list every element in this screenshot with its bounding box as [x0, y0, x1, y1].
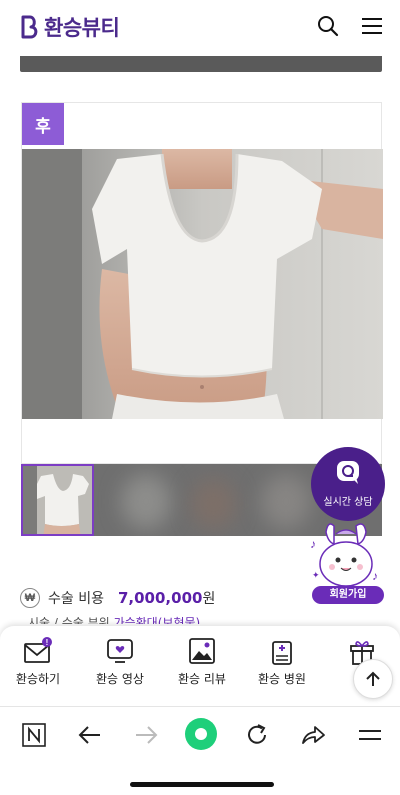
home-indicator: [130, 782, 274, 787]
picture-review-icon: [189, 638, 215, 664]
review-card: 후: [21, 102, 383, 464]
nav-item-hospital[interactable]: 환승 병원: [246, 636, 318, 687]
after-photo[interactable]: [22, 149, 383, 419]
nav-label: 환승 영상: [96, 672, 144, 686]
mail-alert-icon: !: [24, 637, 52, 663]
scroll-top-button[interactable]: [353, 659, 393, 699]
svg-text:!: !: [46, 638, 49, 647]
brand-logo[interactable]: 환승뷰티: [20, 12, 120, 42]
nav-label: 환승 리뷰: [178, 672, 226, 686]
procedure-row-partial: 시술 / 수술 부위 가슴확대(보형물): [28, 614, 258, 624]
menu-lines-icon[interactable]: [356, 721, 384, 749]
surgery-cost-value: 7,000,000: [117, 589, 203, 607]
blurred-thumbnail[interactable]: [191, 479, 236, 529]
brand-logo-icon: [21, 15, 38, 39]
after-badge: 후: [22, 103, 64, 145]
naver-n-icon[interactable]: [20, 721, 48, 749]
app-header: 환승뷰티: [0, 0, 400, 52]
nav-label: 환승 병원: [258, 672, 306, 686]
blurred-thumbnail[interactable]: [261, 474, 311, 529]
nav-item-transfer[interactable]: ! 환승하기: [2, 636, 74, 687]
back-arrow-icon[interactable]: [76, 721, 104, 749]
chat-bubble-icon: [337, 461, 359, 484]
procedure-label: 시술 / 수술 부위: [28, 616, 110, 624]
forward-arrow-icon[interactable]: [132, 721, 160, 749]
share-icon[interactable]: [299, 721, 327, 749]
svg-text:♪: ♪: [310, 537, 316, 551]
surgery-cost-unit: 원: [202, 591, 216, 607]
svg-text:♪: ♪: [372, 569, 378, 583]
nav-item-video[interactable]: 환승 영상: [84, 636, 156, 687]
nav-item-review[interactable]: 환승 리뷰: [166, 636, 238, 687]
surgery-cost-row: ₩ 수술 비용 7,000,000 원: [20, 588, 215, 608]
home-circle-icon[interactable]: [184, 717, 218, 751]
refresh-icon[interactable]: [243, 721, 271, 749]
thumbnail-photo: [23, 466, 92, 534]
won-currency-icon: ₩: [20, 588, 40, 608]
video-heart-icon: [107, 639, 133, 663]
bunny-mascot-icon[interactable]: ♪ ♪ ✦: [306, 522, 388, 594]
live-chat-button[interactable]: 실시간 상담: [311, 447, 385, 521]
blurred-thumbnail[interactable]: [121, 474, 171, 529]
previous-image-edge: [20, 56, 382, 72]
hospital-icon: [272, 641, 292, 665]
thumbnail-active[interactable]: [21, 464, 94, 536]
procedure-value: 가슴확대(보형물): [113, 616, 201, 624]
after-photo-illustration: [22, 149, 383, 419]
surgery-cost-label: 수술 비용: [48, 591, 104, 607]
signup-button[interactable]: 회원가입: [312, 586, 384, 604]
svg-text:✦: ✦: [312, 570, 320, 580]
nav-label: 환승하기: [15, 672, 61, 686]
arrow-up-icon: [366, 671, 380, 686]
hamburger-menu-icon[interactable]: [360, 14, 384, 38]
live-chat-label: 실시간 상담: [323, 497, 373, 508]
search-icon[interactable]: [316, 14, 340, 38]
brand-name: 환승뷰티: [44, 16, 120, 40]
bottom-app-nav: ! 환승하기 환승 영상 환승 리뷰 환승 병원: [0, 626, 400, 706]
